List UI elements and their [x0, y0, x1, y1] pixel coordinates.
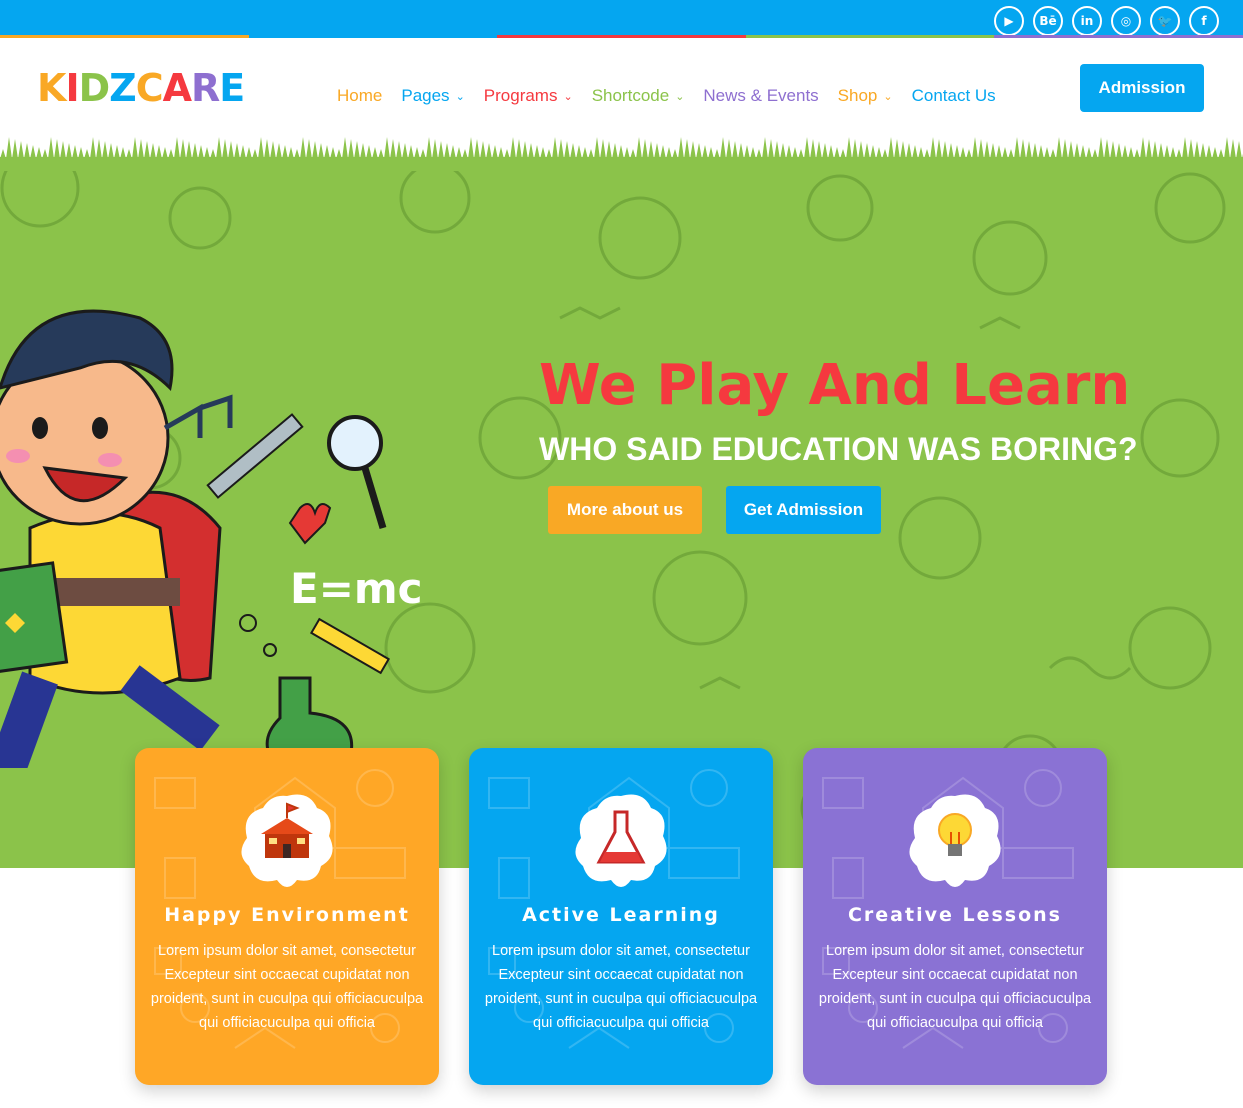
logo-letter: K — [37, 66, 66, 110]
logo-letter: A — [162, 66, 192, 110]
social-links: ▶ Bē in ◎ 🐦 f — [994, 6, 1219, 36]
get-admission-button[interactable]: Get Admission — [726, 486, 881, 534]
card-title: Creative Lessons — [847, 904, 1062, 926]
chevron-down-icon: ⌄ — [563, 89, 573, 103]
card-text: Lorem ipsum dolor sit amet, consectetur … — [150, 943, 424, 1031]
header: KIDZCARE Home Pages ⌄ Programs ⌄ Shortcode… — [0, 38, 1243, 140]
nav-item-programs[interactable]: Programs ⌄ — [484, 86, 573, 106]
card-title: Active Learning — [522, 904, 720, 926]
behance-icon[interactable]: Bē — [1033, 6, 1063, 36]
logo-letter: C — [135, 66, 164, 110]
youtube-icon[interactable]: ▶ — [994, 6, 1024, 36]
site-logo[interactable]: KIDZCARE — [37, 66, 245, 110]
feature-card-creative-lessons[interactable]: Creative Lessons Lorem ipsum dolor sit a… — [803, 748, 1107, 1085]
chevron-down-icon: ⌄ — [675, 89, 685, 103]
nav-item-pages[interactable]: Pages ⌄ — [401, 86, 464, 106]
nav-item-home[interactable]: Home — [337, 86, 382, 106]
main-nav: Home Pages ⌄ Programs ⌄ Shortcode ⌄ News & … — [337, 86, 1015, 106]
feature-card-active-learning[interactable]: Active Learning Lorem ipsum dolor sit am… — [469, 748, 773, 1085]
linkedin-icon[interactable]: in — [1072, 6, 1102, 36]
instagram-icon[interactable]: ◎ — [1111, 6, 1141, 36]
grass-border — [0, 137, 1243, 171]
logo-letter: R — [191, 66, 220, 110]
nav-item-news-events[interactable]: News & Events — [703, 86, 818, 106]
flask-icon — [575, 794, 667, 887]
nav-item-contact[interactable]: Contact Us — [912, 86, 996, 106]
logo-letter: I — [65, 66, 79, 110]
nav-item-shortcode[interactable]: Shortcode ⌄ — [592, 86, 685, 106]
lightbulb-icon — [909, 794, 1001, 887]
chevron-down-icon: ⌄ — [883, 89, 893, 103]
hero-title: We Play And Learn — [539, 353, 1131, 418]
top-bar: ▶ Bē in ◎ 🐦 f — [0, 0, 1243, 38]
card-text: Lorem ipsum dolor sit amet, consectetur … — [484, 943, 758, 1031]
hero-subtitle: WHO SAID EDUCATION WAS BORING? — [539, 431, 1138, 467]
logo-letter: Z — [109, 66, 137, 110]
logo-letter: D — [78, 66, 111, 110]
chevron-down-icon: ⌄ — [455, 89, 465, 103]
svg-text:E=mc²: E=mc² — [290, 564, 420, 613]
feature-card-happy-environment[interactable]: Happy Environment Lorem ipsum dolor sit … — [135, 748, 439, 1085]
school-icon — [241, 794, 333, 887]
card-text: Lorem ipsum dolor sit amet, consectetur … — [818, 943, 1092, 1031]
nav-item-shop[interactable]: Shop ⌄ — [838, 86, 893, 106]
admission-button[interactable]: Admission — [1080, 64, 1204, 112]
facebook-icon[interactable]: f — [1189, 6, 1219, 36]
kid-illustration: E=mc² — [0, 309, 420, 768]
more-about-us-button[interactable]: More about us — [548, 486, 702, 534]
twitter-icon[interactable]: 🐦 — [1150, 6, 1180, 36]
card-title: Happy Environment — [164, 904, 410, 926]
logo-letter: E — [219, 66, 245, 110]
